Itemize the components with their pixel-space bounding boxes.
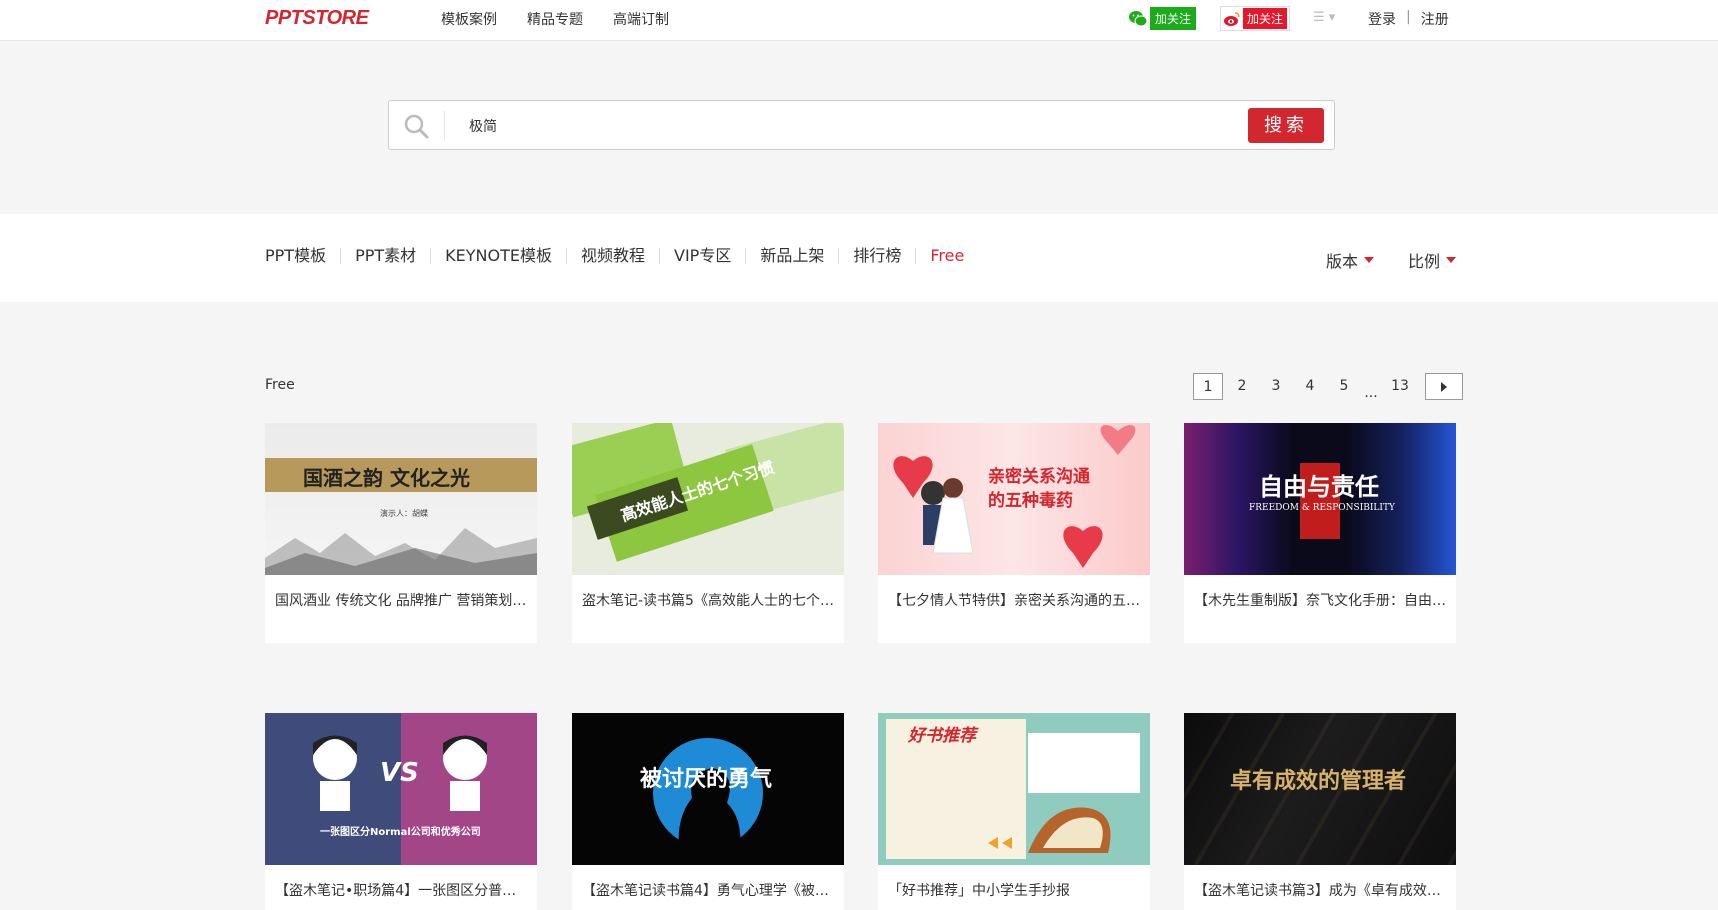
page-1[interactable]: 1 — [1193, 373, 1223, 400]
page-4[interactable]: 4 — [1295, 373, 1325, 400]
pagination: 1 2 3 4 5 ... 13 — [1193, 373, 1463, 401]
thumbnail-title: 自由与责任 — [1259, 472, 1379, 501]
category-bar: PPT模板 PPT素材 KEYNOTE模板 视频教程 VIP专区 新品上架 排行… — [0, 214, 1718, 302]
version-filter-dropdown[interactable]: 版本 — [1326, 248, 1374, 272]
category-tabs: PPT模板 PPT素材 KEYNOTE模板 视频教程 VIP专区 新品上架 排行… — [265, 248, 978, 264]
thumbnail-title: VS — [380, 758, 419, 788]
page-2[interactable]: 2 — [1227, 373, 1257, 400]
register-link[interactable]: 注册 — [1421, 9, 1449, 29]
template-card[interactable]: VS 一张图区分Normal公司和优秀公司 【盗木笔记•职场篇4】一张图区分普通… — [265, 713, 537, 910]
page-5[interactable]: 5 — [1329, 373, 1359, 400]
site-logo[interactable]: PPTSTORE — [265, 7, 369, 30]
menu-list-icon[interactable]: ☰ ▾ — [1313, 10, 1335, 25]
section-title: Free — [265, 377, 295, 393]
search-box: 搜索 — [388, 100, 1335, 150]
card-thumbnail: 亲密关系沟通的五种毒药 — [878, 423, 1150, 575]
weibo-follow-label: 加关注 — [1243, 8, 1288, 29]
category-free[interactable]: Free — [916, 248, 978, 264]
category-ppt-assets[interactable]: PPT素材 — [341, 248, 432, 264]
chevron-down-icon — [1363, 257, 1374, 263]
thumbnail-title: 卓有成效的管理者 — [1230, 768, 1407, 794]
category-ppt-templates[interactable]: PPT模板 — [265, 248, 342, 264]
card-thumbnail: 自由与责任 FREEDOM & RESPONSIBILITY — [1184, 423, 1456, 575]
card-title: 【盗木笔记读书篇4】勇气心理学《被讨厌的勇气》 — [582, 883, 844, 899]
wechat-follow-button[interactable]: 加关注 — [1128, 7, 1197, 30]
category-keynote[interactable]: KEYNOTE模板 — [431, 248, 567, 264]
ratio-filter-dropdown[interactable]: 比例 — [1408, 248, 1456, 272]
thumbnail-subtitle: 一张图区分Normal公司和优秀公司 — [320, 827, 481, 838]
card-thumbnail: 高效能人士的七个习惯 — [572, 423, 844, 575]
filters: 版本 比例 — [1326, 248, 1456, 272]
template-card[interactable]: 好书推荐 「好书推荐」中小学生手抄报 — [878, 713, 1150, 910]
arrow-right-icon — [1441, 381, 1447, 392]
card-title: 【木先生重制版】奈飞文化手册：自由与责任 — [1194, 593, 1456, 609]
card-thumbnail: VS 一张图区分Normal公司和优秀公司 — [265, 713, 537, 865]
weibo-follow-button[interactable]: 加关注 — [1220, 6, 1291, 31]
search-button[interactable]: 搜索 — [1248, 108, 1324, 143]
template-card[interactable]: 高效能人士的七个习惯 盗木笔记-读书篇5《高效能人士的七个习惯》 — [572, 423, 844, 643]
page-3[interactable]: 3 — [1261, 373, 1291, 400]
card-title: 【盗木笔记读书篇3】成为《卓有成效的管理者》 — [1194, 883, 1456, 899]
card-title: 盗木笔记-读书篇5《高效能人士的七个习惯》 — [582, 593, 844, 609]
category-vip[interactable]: VIP专区 — [660, 248, 747, 264]
search-input[interactable] — [469, 113, 1169, 139]
nav-templates[interactable]: 模板案例 — [441, 9, 497, 29]
thumbnail-subtitle: FREEDOM & RESPONSIBILITY — [1249, 503, 1395, 513]
card-title: 国风酒业 传统文化 品牌推广 营销策划 PPT模板 — [275, 593, 537, 609]
template-card[interactable]: 卓有成效的管理者 【盗木笔记读书篇3】成为《卓有成效的管理者》 — [1184, 713, 1456, 910]
card-title: 【盗木笔记•职场篇4】一张图区分普通公司和优秀公司 — [275, 883, 537, 899]
template-card[interactable]: 被讨厌的勇气 【盗木笔记读书篇4】勇气心理学《被讨厌的勇气》 — [572, 713, 844, 910]
page-last[interactable]: 13 — [1385, 373, 1415, 400]
thumbnail-title: 国酒之韵 文化之光 — [303, 466, 470, 490]
category-new[interactable]: 新品上架 — [746, 248, 840, 264]
nav-topics[interactable]: 精品专题 — [527, 9, 583, 29]
card-thumbnail: 卓有成效的管理者 — [1184, 713, 1456, 865]
thumbnail-title: 被讨厌的勇气 — [640, 766, 773, 792]
card-thumbnail: 国酒之韵 文化之光 演示人：胡蝶 — [265, 423, 537, 575]
category-ranking[interactable]: 排行榜 — [839, 248, 917, 264]
thumbnail-title: 亲密关系沟通的五种毒药 — [988, 467, 1090, 511]
ratio-filter-label: 比例 — [1407, 252, 1440, 271]
weibo-icon — [1224, 11, 1240, 26]
template-card[interactable]: 亲密关系沟通的五种毒药 【七夕情人节特供】亲密关系沟通的五种毒药 — [878, 423, 1150, 643]
card-title: 「好书推荐」中小学生手抄报 — [888, 883, 1070, 899]
search-divider — [444, 111, 445, 141]
login-link[interactable]: 登录 — [1368, 9, 1396, 29]
next-page-button[interactable] — [1425, 373, 1463, 400]
card-thumbnail: 好书推荐 — [878, 713, 1150, 865]
category-video-tutorials[interactable]: 视频教程 — [567, 248, 660, 264]
wechat-follow-label: 加关注 — [1150, 7, 1197, 30]
template-card[interactable]: 国酒之韵 文化之光 演示人：胡蝶 国风酒业 传统文化 品牌推广 营销策划 PPT… — [265, 423, 537, 643]
book-illustration — [988, 807, 1111, 853]
version-filter-label: 版本 — [1325, 252, 1358, 271]
template-card[interactable]: 自由与责任 FREEDOM & RESPONSIBILITY 【木先生重制版】奈… — [1184, 423, 1456, 643]
people-illustration — [313, 735, 487, 811]
card-title: 【七夕情人节特供】亲密关系沟通的五种毒药 — [888, 593, 1150, 609]
card-thumbnail: 被讨厌的勇气 — [572, 713, 844, 865]
mountains-illustration — [265, 528, 537, 575]
wechat-icon — [1129, 10, 1148, 26]
chevron-down-icon — [1446, 257, 1456, 263]
top-bar: PPTSTORE 模板案例 精品专题 高端订制 加关注 加关注 ☰ ▾ 登录 |… — [0, 0, 1718, 41]
pagination-ellipsis: ... — [1364, 384, 1378, 401]
auth-links: 登录 | 注册 — [1368, 9, 1449, 29]
nav-custom[interactable]: 高端订制 — [613, 9, 669, 29]
auth-separator: | — [1406, 9, 1411, 25]
top-nav: 模板案例 精品专题 高端订制 — [441, 9, 669, 29]
search-icon — [404, 114, 429, 139]
